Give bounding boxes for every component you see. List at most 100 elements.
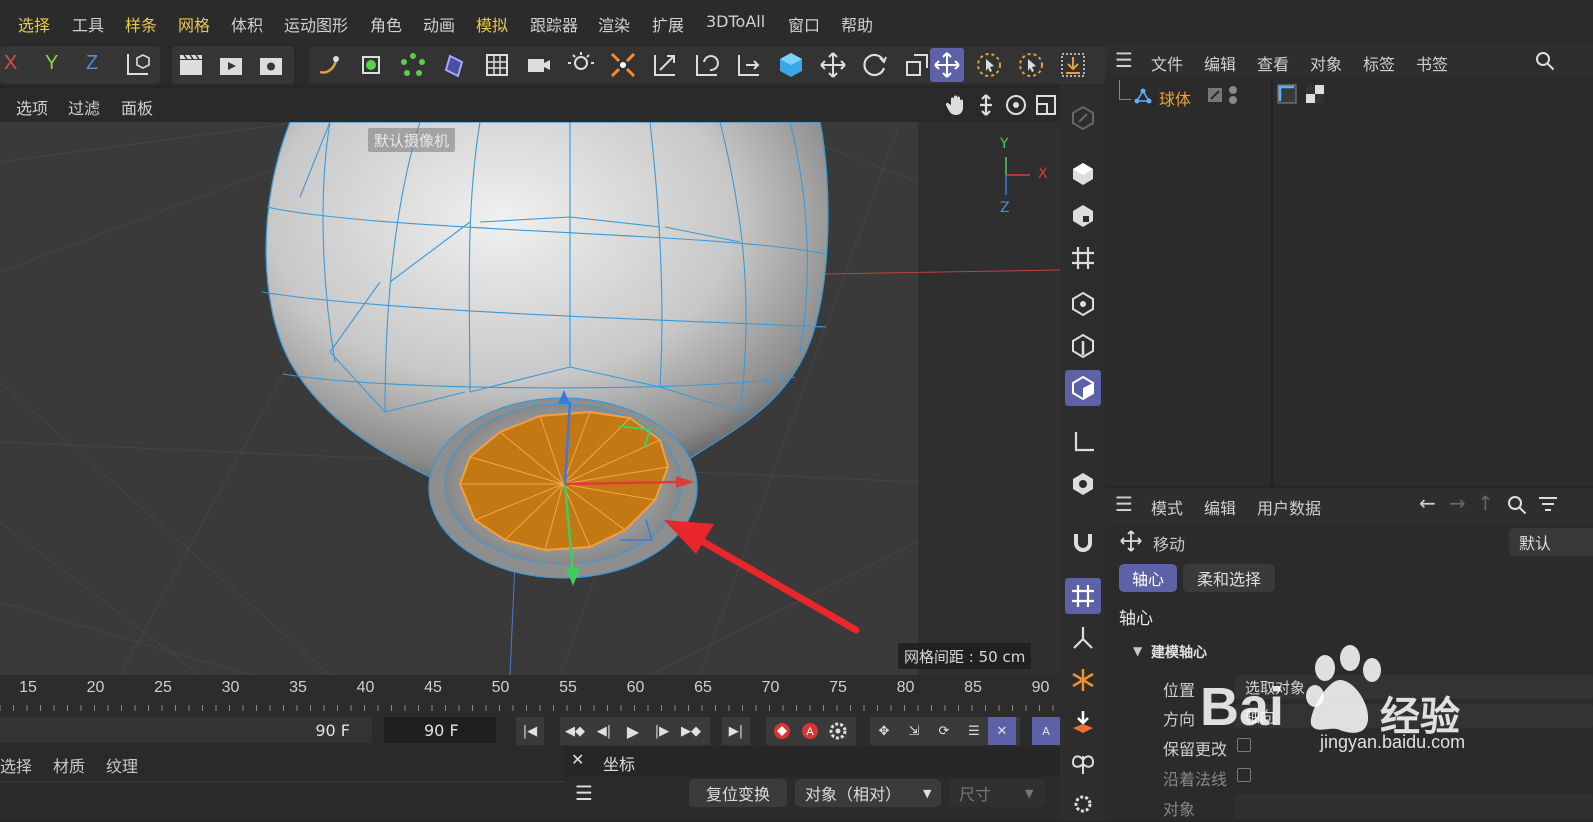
rect-selection-button[interactable]: [1014, 48, 1048, 82]
keyframe-mode-button[interactable]: A: [1032, 717, 1060, 745]
edit-object-icon[interactable]: [1207, 87, 1223, 103]
texture-tag-icon[interactable]: [1305, 84, 1325, 104]
menu-character[interactable]: 角色: [370, 12, 402, 36]
menu-window[interactable]: 窗口: [788, 12, 820, 36]
axis-mode-button[interactable]: [1065, 424, 1101, 460]
coordinate-system-button[interactable]: [120, 48, 154, 82]
drop-to-floor-button[interactable]: [1056, 48, 1090, 82]
go-to-start-button[interactable]: |◀: [516, 717, 544, 745]
texture-mode-button[interactable]: [1065, 198, 1101, 234]
next-frame-button[interactable]: |▶: [648, 717, 676, 745]
dynamics-button[interactable]: [1065, 662, 1101, 698]
workplane-snap-button[interactable]: [1065, 578, 1101, 614]
tab-select[interactable]: 选择: [0, 753, 32, 777]
tab-texture[interactable]: 纹理: [106, 753, 138, 777]
points-mode-side-button[interactable]: [1065, 286, 1101, 322]
om-menu-object[interactable]: 对象: [1310, 51, 1342, 75]
reset-transform-button[interactable]: 复位变换: [689, 779, 787, 807]
preset-select[interactable]: 默认: [1509, 528, 1593, 556]
workplane-button[interactable]: [1065, 240, 1101, 276]
menu-render[interactable]: 渲染: [598, 12, 630, 36]
dolly-arrows-icon[interactable]: [974, 93, 998, 117]
end-frame-field[interactable]: 90 F: [0, 717, 372, 743]
play-button[interactable]: ▶: [619, 717, 647, 745]
phong-tag-icon[interactable]: [1277, 84, 1297, 104]
rotate-axis-button[interactable]: [690, 48, 724, 82]
current-frame-field[interactable]: 90 F: [384, 717, 496, 743]
symmetry-button[interactable]: [1065, 746, 1101, 782]
viewport-menu-options[interactable]: 选项: [16, 95, 48, 119]
points-mode-button[interactable]: [354, 48, 388, 82]
object-name-sphere[interactable]: 球体: [1159, 86, 1191, 110]
snap-center-button[interactable]: [606, 48, 640, 82]
menu-animate[interactable]: 动画: [423, 12, 455, 36]
coord-size-select[interactable]: 尺寸 ▼: [949, 779, 1045, 807]
pan-hand-icon[interactable]: [944, 93, 968, 117]
light-button[interactable]: [564, 48, 598, 82]
model-mode-button[interactable]: [1065, 156, 1101, 192]
live-selection-button[interactable]: [972, 48, 1006, 82]
menu-spline[interactable]: 样条: [125, 12, 157, 36]
hamburger-menu-icon[interactable]: ☰: [1115, 492, 1133, 516]
record-keys-button[interactable]: [768, 717, 796, 745]
prev-frame-button[interactable]: ◀|: [590, 717, 618, 745]
viewport-menu-filter[interactable]: 过滤: [68, 95, 100, 119]
tab-soft-selection[interactable]: 柔和选择: [1183, 564, 1275, 592]
keep-changes-checkbox[interactable]: [1237, 738, 1251, 752]
menu-volume[interactable]: 体积: [231, 12, 263, 36]
am-menu-user-data[interactable]: 用户数据: [1257, 495, 1321, 519]
move-tool-active-button[interactable]: [930, 48, 964, 82]
am-menu-mode[interactable]: 模式: [1151, 495, 1183, 519]
menu-mograph[interactable]: 运动图形: [284, 12, 348, 36]
generator-button[interactable]: [438, 48, 472, 82]
search-icon[interactable]: [1507, 495, 1527, 515]
back-arrow-icon[interactable]: ←: [1419, 491, 1436, 515]
om-menu-tags[interactable]: 标签: [1363, 51, 1395, 75]
drop-down-button[interactable]: [1065, 704, 1101, 740]
filter-icon[interactable]: [1537, 495, 1559, 515]
key-scale-button[interactable]: ⇲: [900, 717, 928, 745]
orientation-select[interactable]: 轴向: [1235, 704, 1593, 728]
next-key-button[interactable]: ▶◆: [677, 717, 705, 745]
am-menu-edit[interactable]: 编辑: [1204, 495, 1236, 519]
key-position-button[interactable]: ✥: [870, 717, 898, 745]
autokey-button[interactable]: A: [796, 717, 824, 745]
x-axis-lock-button[interactable]: X: [4, 52, 17, 75]
position-select[interactable]: 选取对象: [1235, 675, 1593, 699]
forward-arrow-icon[interactable]: →: [1449, 491, 1466, 515]
hamburger-menu-icon[interactable]: ☰: [575, 781, 593, 805]
search-icon[interactable]: [1535, 51, 1555, 71]
y-axis-lock-button[interactable]: Y: [45, 52, 58, 75]
menu-3dtoall[interactable]: 3DToAll: [706, 12, 765, 31]
along-normals-checkbox[interactable]: [1237, 768, 1251, 782]
chevron-down-icon[interactable]: ▼: [1133, 644, 1142, 658]
make-editable-button[interactable]: [1065, 100, 1101, 136]
editor-visibility-dot[interactable]: [1229, 86, 1237, 94]
move-axis-button[interactable]: [732, 48, 766, 82]
go-to-end-button[interactable]: ▶|: [722, 717, 750, 745]
menu-select[interactable]: 选择: [18, 12, 50, 36]
3d-viewport[interactable]: Y X Z 默认摄像机 网格间距 : 50 cm: [0, 122, 1060, 675]
edges-mode-button[interactable]: [1065, 328, 1101, 364]
snap-button[interactable]: [1065, 524, 1101, 560]
render-view-button[interactable]: [174, 48, 208, 82]
scale-tool-button[interactable]: [648, 48, 682, 82]
solo-button[interactable]: [1065, 466, 1101, 502]
tab-material[interactable]: 材质: [53, 753, 85, 777]
menu-help[interactable]: 帮助: [841, 12, 873, 36]
maximize-view-icon[interactable]: [1034, 93, 1058, 117]
cube-object-button[interactable]: [774, 48, 808, 82]
om-menu-view[interactable]: 查看: [1257, 51, 1289, 75]
key-settings-button[interactable]: [824, 717, 852, 745]
coord-mode-select[interactable]: 对象（相对） ▼: [795, 779, 941, 807]
move-button[interactable]: [816, 48, 850, 82]
viewport-menu-panel[interactable]: 面板: [121, 95, 153, 119]
hamburger-menu-icon[interactable]: ☰: [1115, 48, 1133, 72]
key-pla-button[interactable]: ✕: [988, 717, 1016, 745]
menu-tools[interactable]: 工具: [72, 12, 104, 36]
render-to-picture-viewer-button[interactable]: [214, 48, 248, 82]
spline-pen-button[interactable]: [312, 48, 346, 82]
prev-key-button[interactable]: ◀◆: [561, 717, 589, 745]
settings-side-button[interactable]: [1065, 786, 1101, 822]
object-link-field[interactable]: [1235, 794, 1593, 818]
